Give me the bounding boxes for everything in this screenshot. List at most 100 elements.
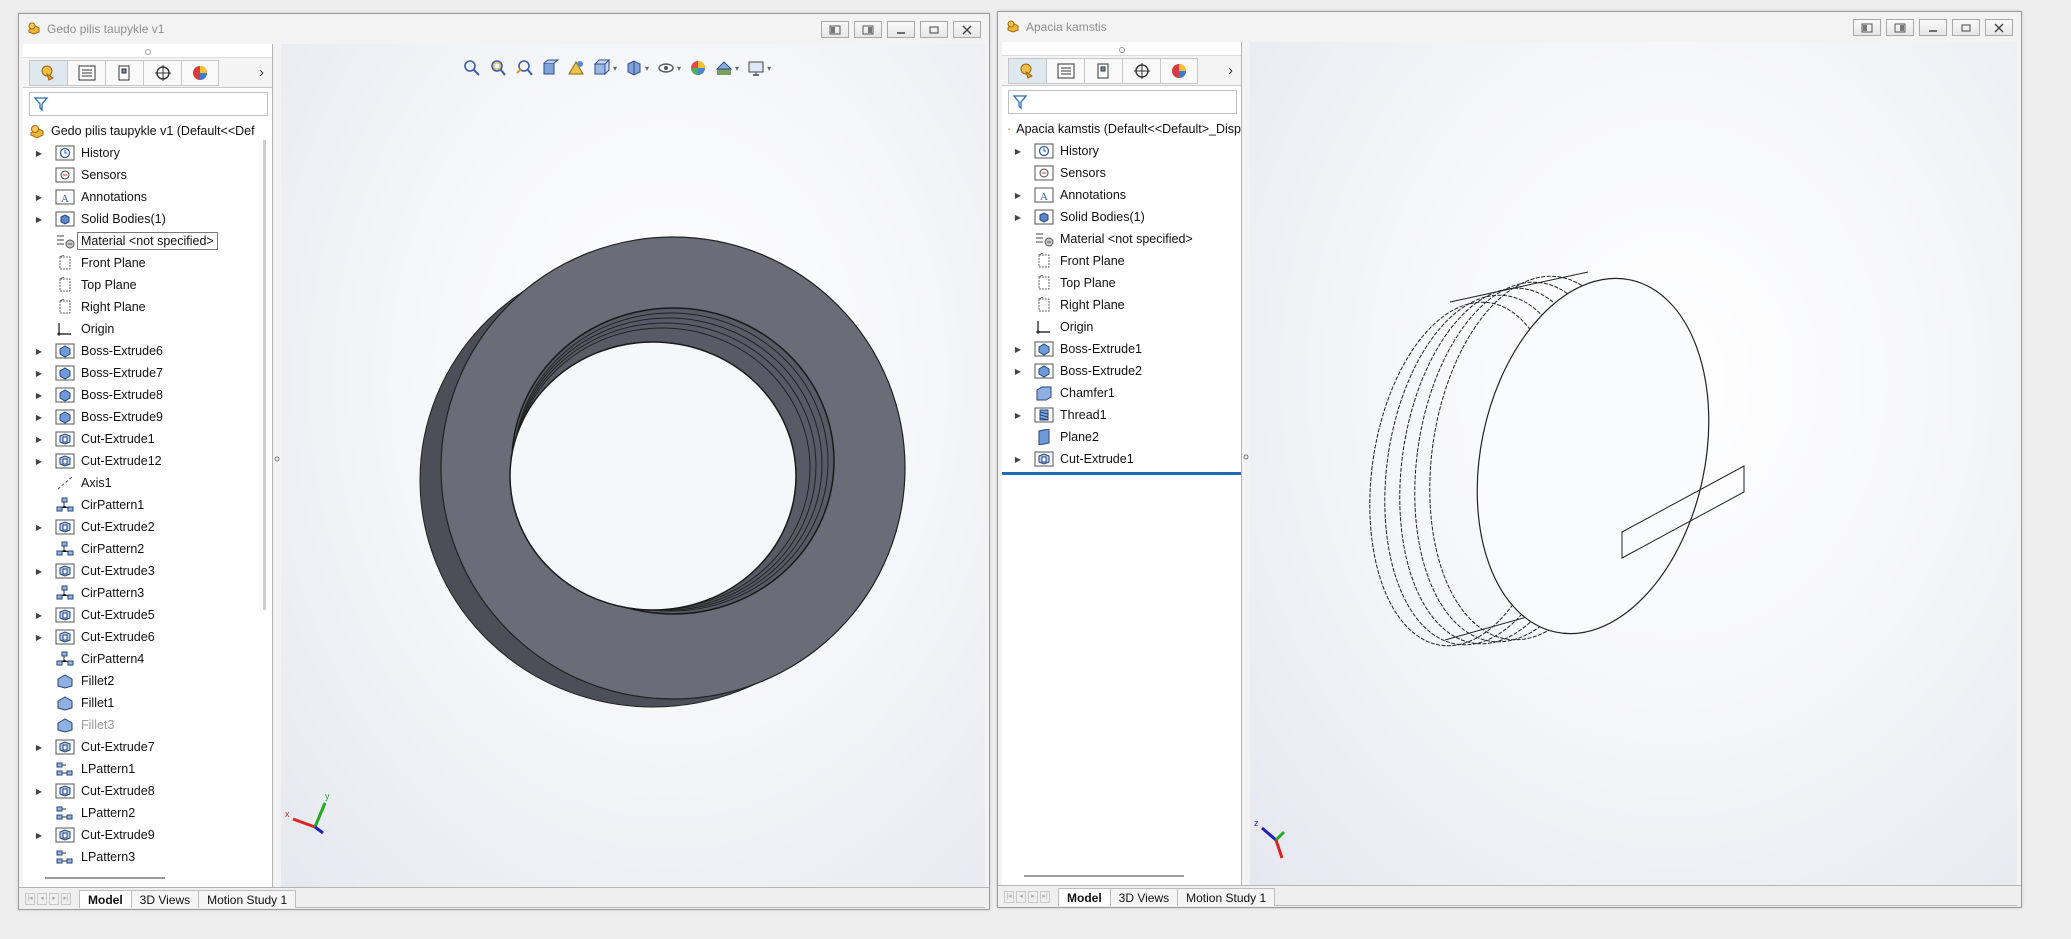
- tree-node-cut-extrude1[interactable]: ▶ Cut-Extrude1: [1002, 448, 1241, 470]
- chevron-right-icon[interactable]: ›: [1228, 62, 1233, 79]
- tree-node-solid-bodies-1[interactable]: ▶ Solid Bodies(1): [23, 208, 272, 230]
- tree-node-cut-extrude1[interactable]: ▶ Cut-Extrude1: [23, 428, 272, 450]
- expand-arrow-icon[interactable]: ▶: [1002, 411, 1024, 420]
- chevron-right-icon[interactable]: ›: [259, 64, 264, 81]
- tree-node-chamfer1[interactable]: Chamfer1: [1002, 382, 1241, 404]
- expand-arrow-icon[interactable]: ▶: [23, 391, 45, 400]
- tree-node-boss-extrude7[interactable]: ▶ Boss-Extrude7: [23, 362, 272, 384]
- window-titlebar[interactable]: Gedo pilis taupykle v1: [19, 14, 989, 42]
- tree-node-cirpattern4[interactable]: CirPattern4: [23, 648, 272, 670]
- expand-arrow-icon[interactable]: ▶: [23, 743, 45, 752]
- tree-node-origin[interactable]: Origin: [23, 318, 272, 340]
- tree-node-cut-extrude2[interactable]: ▶ Cut-Extrude2: [23, 516, 272, 538]
- tree-node-material-not-specified[interactable]: Material <not specified>: [23, 230, 272, 252]
- tree-horizontal-scrollbar[interactable]: [1024, 875, 1184, 877]
- panel-grip[interactable]: [23, 44, 272, 58]
- expand-arrow-icon[interactable]: ▶: [23, 457, 45, 466]
- tree-node-sensors[interactable]: Sensors: [23, 164, 272, 186]
- tree-node-origin[interactable]: Origin: [1002, 316, 1241, 338]
- tree-node-cut-extrude12[interactable]: ▶ Cut-Extrude12: [23, 450, 272, 472]
- tile-left-button[interactable]: [1853, 19, 1881, 36]
- tree-node-boss-extrude8[interactable]: ▶ Boss-Extrude8: [23, 384, 272, 406]
- expand-arrow-icon[interactable]: ▶: [23, 611, 45, 620]
- display-manager-tab[interactable]: [181, 59, 219, 86]
- tree-node-cirpattern1[interactable]: CirPattern1: [23, 494, 272, 516]
- expand-arrow-icon[interactable]: ▶: [23, 149, 45, 158]
- feature-manager-tab[interactable]: [1008, 57, 1046, 84]
- panel-grip[interactable]: [1002, 42, 1241, 56]
- display-manager-tab[interactable]: [1160, 57, 1198, 84]
- expand-arrow-icon[interactable]: ▶: [23, 435, 45, 444]
- tab-scroll-arrows[interactable]: |◂ ◂ ▸ ▸|: [1004, 890, 1050, 903]
- expand-arrow-icon[interactable]: ▶: [1002, 213, 1024, 222]
- minimize-button[interactable]: [1919, 19, 1947, 36]
- tree-root-part[interactable]: Gedo pilis taupykle v1 (Default<<Def: [23, 120, 272, 142]
- tile-right-button[interactable]: [854, 21, 882, 38]
- expand-arrow-icon[interactable]: ▶: [23, 633, 45, 642]
- expand-arrow-icon[interactable]: ▶: [1002, 345, 1024, 354]
- tree-node-thread1[interactable]: ▶ Thread1: [1002, 404, 1241, 426]
- expand-arrow-icon[interactable]: ▶: [23, 347, 45, 356]
- tree-node-annotations[interactable]: ▶ A Annotations: [23, 186, 272, 208]
- maximize-button[interactable]: [920, 21, 948, 38]
- tree-root-part[interactable]: Apacia kamstis (Default<<Default>_Disp: [1002, 118, 1241, 140]
- tree-node-boss-extrude2[interactable]: ▶ Boss-Extrude2: [1002, 360, 1241, 382]
- tree-node-axis1[interactable]: Axis1: [23, 472, 272, 494]
- tab-motion-study-1[interactable]: Motion Study 1: [1177, 887, 1276, 906]
- expand-arrow-icon[interactable]: ▶: [1002, 367, 1024, 376]
- tree-horizontal-scrollbar[interactable]: [45, 877, 165, 879]
- expand-arrow-icon[interactable]: ▶: [23, 369, 45, 378]
- tree-node-top-plane[interactable]: Top Plane: [23, 274, 272, 296]
- tree-node-fillet2[interactable]: Fillet2: [23, 670, 272, 692]
- tree-node-front-plane[interactable]: Front Plane: [1002, 250, 1241, 272]
- rollback-bar[interactable]: [1002, 472, 1241, 475]
- close-button[interactable]: [1985, 19, 2013, 36]
- configuration-manager-tab[interactable]: [105, 59, 143, 86]
- tree-filter-input[interactable]: [29, 92, 268, 116]
- expand-arrow-icon[interactable]: ▶: [23, 413, 45, 422]
- panel-splitter-handle[interactable]: [1243, 442, 1249, 472]
- tree-node-cut-extrude3[interactable]: ▶ Cut-Extrude3: [23, 560, 272, 582]
- tree-node-fillet1[interactable]: Fillet1: [23, 692, 272, 714]
- expand-arrow-icon[interactable]: ▶: [1002, 191, 1024, 200]
- tree-node-front-plane[interactable]: Front Plane: [23, 252, 272, 274]
- tree-node-lpattern2[interactable]: LPattern2: [23, 802, 272, 824]
- dimxpert-manager-tab[interactable]: [1122, 57, 1160, 84]
- tree-node-right-plane[interactable]: Right Plane: [1002, 294, 1241, 316]
- expand-arrow-icon[interactable]: ▶: [23, 215, 45, 224]
- tree-node-material-not-specified[interactable]: Material <not specified>: [1002, 228, 1241, 250]
- tile-left-button[interactable]: [821, 21, 849, 38]
- tree-node-cut-extrude9[interactable]: ▶ Cut-Extrude9: [23, 824, 272, 846]
- tree-node-cirpattern3[interactable]: CirPattern3: [23, 582, 272, 604]
- tree-node-right-plane[interactable]: Right Plane: [23, 296, 272, 318]
- window-titlebar[interactable]: Apacia kamstis: [998, 12, 2021, 40]
- tree-node-sensors[interactable]: Sensors: [1002, 162, 1241, 184]
- dimxpert-manager-tab[interactable]: [143, 59, 181, 86]
- expand-arrow-icon[interactable]: ▶: [1002, 147, 1024, 156]
- expand-arrow-icon[interactable]: ▶: [23, 193, 45, 202]
- tab-3d-views[interactable]: 3D Views: [130, 889, 200, 908]
- tree-node-history[interactable]: ▶ History: [1002, 140, 1241, 162]
- tree-node-cut-extrude8[interactable]: ▶ Cut-Extrude8: [23, 780, 272, 802]
- tree-node-history[interactable]: ▶ History: [23, 142, 272, 164]
- tree-node-fillet3[interactable]: Fillet3: [23, 714, 272, 736]
- graphics-viewport[interactable]: ▾ ▾ ▾ ▾ ▾ x y: [281, 44, 985, 887]
- panel-splitter-handle[interactable]: [274, 444, 280, 474]
- tree-filter-input[interactable]: [1008, 90, 1237, 114]
- tab-model[interactable]: Model: [1058, 887, 1111, 906]
- tab-motion-study-1[interactable]: Motion Study 1: [198, 889, 297, 908]
- feature-manager-tab[interactable]: [29, 59, 67, 86]
- tree-node-plane2[interactable]: Plane2: [1002, 426, 1241, 448]
- tree-node-lpattern1[interactable]: LPattern1: [23, 758, 272, 780]
- graphics-viewport[interactable]: z: [1250, 42, 2017, 885]
- tree-node-solid-bodies-1[interactable]: ▶ Solid Bodies(1): [1002, 206, 1241, 228]
- tab-model[interactable]: Model: [79, 889, 132, 908]
- tree-node-lpattern3[interactable]: LPattern3: [23, 846, 272, 868]
- tree-node-cut-extrude6[interactable]: ▶ Cut-Extrude6: [23, 626, 272, 648]
- expand-arrow-icon[interactable]: ▶: [23, 523, 45, 532]
- minimize-button[interactable]: [887, 21, 915, 38]
- tree-vertical-scrollbar[interactable]: [263, 140, 266, 610]
- tree-node-cirpattern2[interactable]: CirPattern2: [23, 538, 272, 560]
- expand-arrow-icon[interactable]: ▶: [23, 831, 45, 840]
- close-button[interactable]: [953, 21, 981, 38]
